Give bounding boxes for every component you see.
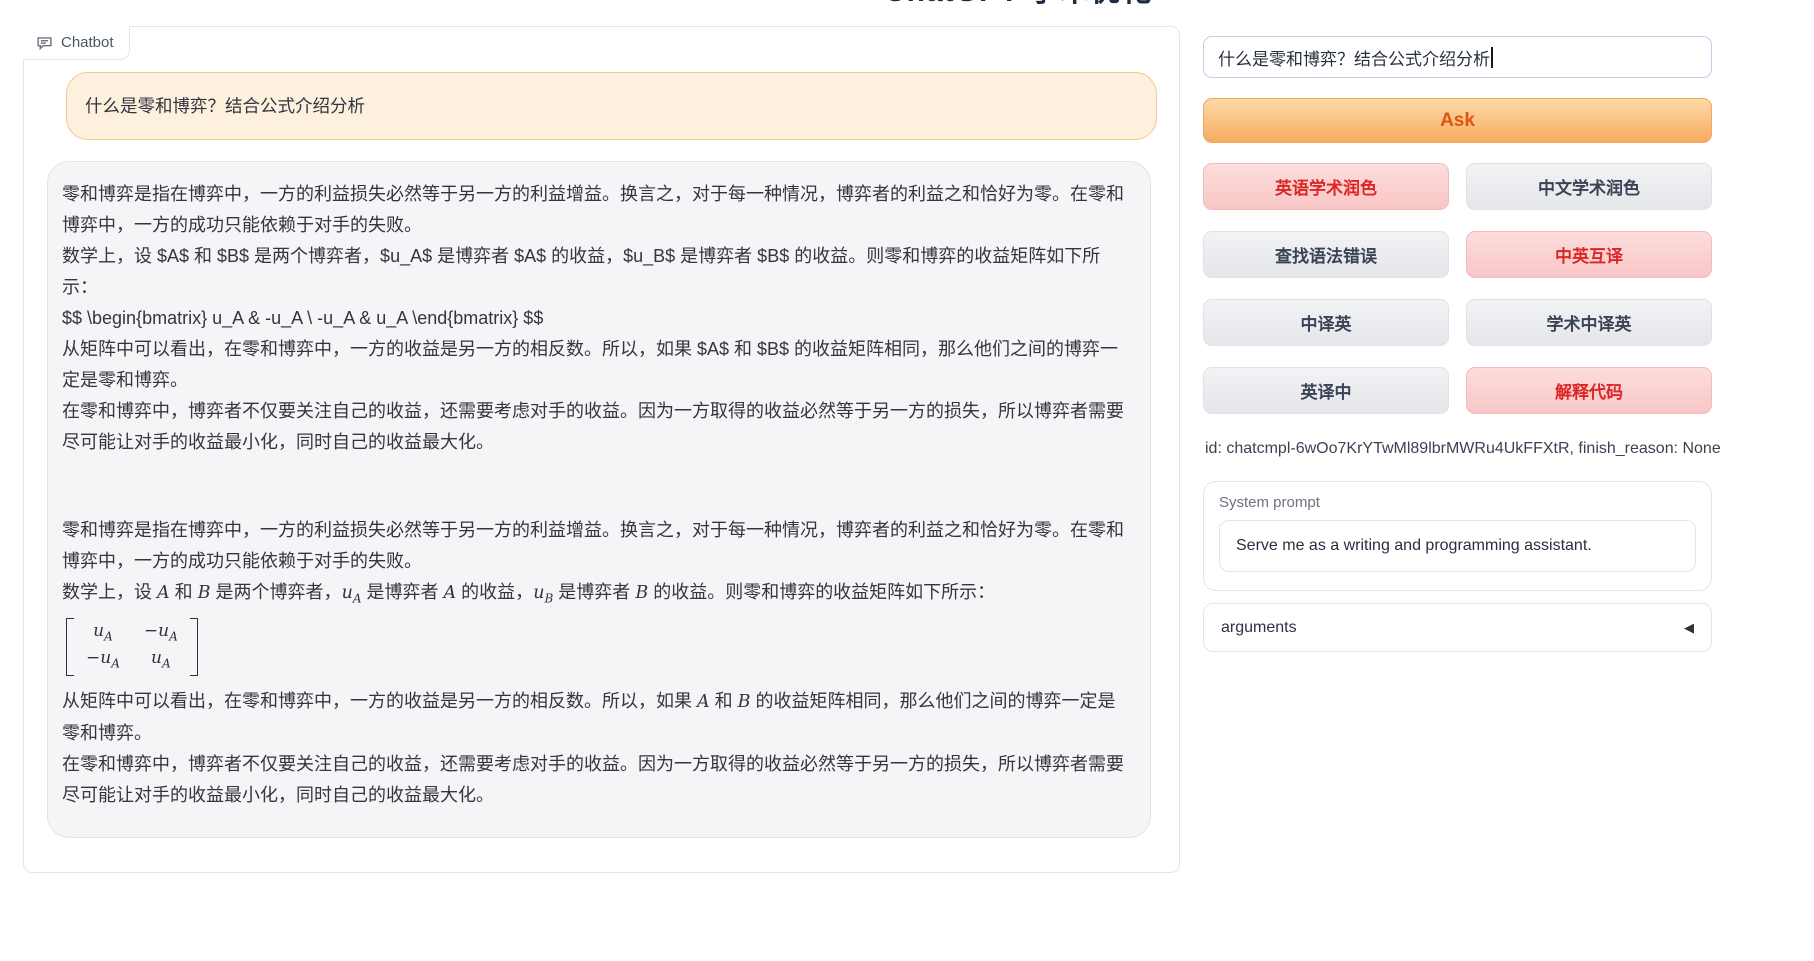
bot-paragraph-math: 数学上，设 A 和 B 是两个博弈者，uA 是博弈者 A 的收益，uB 是博弈者… <box>62 577 1124 615</box>
page-title-clipped: ChatGPT 学术优化 <box>884 0 1204 9</box>
bot-paragraph: 零和博弈是指在博弈中，一方的利益损失必然等于另一方的利益增益。换言之，对于每一种… <box>62 179 1124 241</box>
bot-paragraph: 在零和博弈中，博弈者不仅要关注自己的收益，还需要考虑对手的收益。因为一方取得的收… <box>62 749 1124 811</box>
accordion-collapsed-arrow-icon: ◀ <box>1684 620 1694 636</box>
rendered-matrix: uA−uA−uAuA <box>62 615 1124 687</box>
user-message-text: 什么是零和博弈？结合公式介绍分析 <box>85 96 365 116</box>
quick-button-7[interactable]: 解释代码 <box>1466 367 1712 414</box>
quick-actions-grid: 英语学术润色中文学术润色查找语法错误中英互译中译英学术中译英英译中解释代码 <box>1203 163 1712 414</box>
quick-button-1[interactable]: 中文学术润色 <box>1466 163 1712 210</box>
matrix-cell: −uA <box>86 647 120 674</box>
quick-button-2[interactable]: 查找语法错误 <box>1203 231 1449 278</box>
bot-rendered-block: 零和博弈是指在博弈中，一方的利益损失必然等于另一方的利益增益。换言之，对于每一种… <box>62 515 1124 811</box>
matrix-right-bracket <box>190 618 198 677</box>
arguments-accordion-label: arguments <box>1221 619 1297 637</box>
matrix-left-bracket <box>66 618 74 677</box>
chatbot-panel: Chatbot 什么是零和博弈？结合公式介绍分析 零和博弈是指在博弈中，一方的利… <box>23 26 1180 873</box>
arguments-accordion[interactable]: arguments ◀ <box>1203 603 1712 652</box>
system-prompt-value: Serve me as a writing and programming as… <box>1236 537 1592 555</box>
question-input-value: 什么是零和博弈？结合公式介绍分析 <box>1218 45 1490 70</box>
bot-paragraph: 从矩阵中可以看出，在零和博弈中，一方的收益是另一方的相反数。所以，如果 $A$ … <box>62 334 1124 396</box>
chatbot-label-text: Chatbot <box>61 34 114 51</box>
text-caret <box>1491 47 1493 68</box>
matrix-cell: uA <box>144 647 178 674</box>
bot-message-bubble: 零和博弈是指在博弈中，一方的利益损失必然等于另一方的利益增益。换言之，对于每一种… <box>47 161 1151 838</box>
system-prompt-label: System prompt <box>1219 494 1696 511</box>
matrix-cell: −uA <box>144 620 178 647</box>
quick-button-5[interactable]: 学术中译英 <box>1466 299 1712 346</box>
system-prompt-card: System prompt Serve me as a writing and … <box>1203 481 1712 591</box>
quick-button-3[interactable]: 中英互译 <box>1466 231 1712 278</box>
bot-paragraph: 零和博弈是指在博弈中，一方的利益损失必然等于另一方的利益增益。换言之，对于每一种… <box>62 515 1124 577</box>
quick-button-4[interactable]: 中译英 <box>1203 299 1449 346</box>
question-input[interactable]: 什么是零和博弈？结合公式介绍分析 <box>1203 36 1712 78</box>
chat-bubble-icon <box>36 34 53 51</box>
quick-button-0[interactable]: 英语学术润色 <box>1203 163 1449 210</box>
completion-status-line: id: chatcmpl-6wOo7KrYTwMl89lbrMWRu4UkFFX… <box>1205 440 1721 458</box>
user-message-bubble: 什么是零和博弈？结合公式介绍分析 <box>66 72 1157 140</box>
quick-button-6[interactable]: 英译中 <box>1203 367 1449 414</box>
bot-paragraph: $$ \begin{bmatrix} u_A & -u_A \ -u_A & u… <box>62 303 1124 334</box>
bot-paragraph: 在零和博弈中，博弈者不仅要关注自己的收益，还需要考虑对手的收益。因为一方取得的收… <box>62 396 1124 458</box>
ask-button-label: Ask <box>1440 110 1475 132</box>
chatbot-label: Chatbot <box>23 26 130 60</box>
bot-raw-latex-block: 零和博弈是指在博弈中，一方的利益损失必然等于另一方的利益增益。换言之，对于每一种… <box>62 179 1124 458</box>
system-prompt-input[interactable]: Serve me as a writing and programming as… <box>1219 520 1696 572</box>
bot-paragraph-math: 从矩阵中可以看出，在零和博弈中，一方的收益是另一方的相反数。所以，如果 A 和 … <box>62 686 1124 749</box>
matrix-cell: uA <box>86 620 120 647</box>
bot-paragraph: 数学上，设 $A$ 和 $B$ 是两个博弈者，$u_A$ 是博弈者 $A$ 的收… <box>62 241 1124 303</box>
ask-button[interactable]: Ask <box>1203 98 1712 143</box>
